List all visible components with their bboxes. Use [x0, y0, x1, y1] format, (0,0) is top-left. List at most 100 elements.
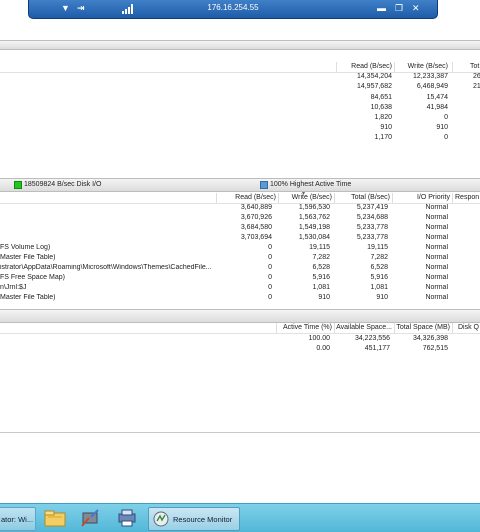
read-cell: 3,670,926 — [240, 214, 272, 221]
table-row[interactable]: 10,638 41,984 — [0, 104, 480, 114]
priority-cell: Normal — [425, 204, 448, 211]
active-time-cell: 0.00 — [316, 345, 330, 352]
total-cell: 5,233,778 — [356, 234, 388, 241]
write-cell: 0 — [444, 114, 448, 121]
read-cell: 910 — [380, 124, 392, 131]
file-cell: FS Volume Log) — [0, 244, 51, 251]
write-cell: 12,233,387 — [412, 73, 448, 80]
write-cell: 7,282 — [312, 254, 330, 261]
read-cell: 14,354,204 — [356, 73, 392, 80]
total-cell: 5,233,778 — [356, 224, 388, 231]
table-row[interactable]: 3,670,926 1,563,762 5,234,688 Normal — [0, 214, 480, 224]
total-cell: 5,234,688 — [356, 214, 388, 221]
table-row[interactable]: 0.00 451,177 762,515 — [0, 345, 480, 355]
total-space-cell: 34,326,398 — [412, 335, 448, 342]
table-row[interactable]: 14,354,204 12,233,387 26 — [0, 73, 480, 83]
rdp-host-title: 176.16.254.55 — [207, 3, 259, 12]
write-cell: 910 — [318, 294, 330, 301]
write-cell: 19,115 — [309, 244, 330, 251]
disk-io-summary: 18509824 B/sec Disk I/O — [24, 181, 102, 188]
read-cell: 14,957,682 — [356, 83, 392, 90]
priority-cell: Normal — [425, 244, 448, 251]
section-divider — [0, 432, 480, 433]
storage-section-band[interactable] — [0, 309, 480, 323]
table-row[interactable]: 84,651 15,474 — [0, 94, 480, 104]
table-row[interactable]: 14,957,682 6,468,949 21 — [0, 83, 480, 93]
taskbar-item-resource-monitor[interactable]: Resource Monitor — [148, 507, 240, 531]
col-total-space-header[interactable]: Total Space (MB) — [394, 324, 450, 331]
read-cell: 0 — [268, 274, 272, 281]
taskbar-item-admin-window[interactable]: ator: Wi... — [0, 507, 36, 531]
col-active-time-header[interactable]: Active Time (%) — [276, 324, 332, 331]
network-table-header: Read (B/sec) Write (B/sec) Tot — [0, 62, 480, 73]
resource-monitor-icon — [153, 511, 169, 527]
col-read-header[interactable]: Read (B/sec) — [336, 63, 392, 70]
priority-cell: Normal — [425, 274, 448, 281]
disk-table-header: Read (B/sec) Write (B/sec) Total (B/sec)… — [0, 191, 480, 204]
priority-cell: Normal — [425, 234, 448, 241]
file-explorer-icon[interactable] — [42, 507, 68, 529]
table-row[interactable]: istrator\AppData\Roaming\Microsoft\Windo… — [0, 264, 480, 274]
col-response-header[interactable]: Respon — [455, 194, 479, 201]
table-row[interactable]: 100.00 34,223,556 34,326,398 — [0, 335, 480, 345]
priority-cell: Normal — [425, 294, 448, 301]
taskbar-item-label: ator: Wi... — [1, 515, 34, 524]
write-cell: 910 — [436, 124, 448, 131]
total-cell: 5,916 — [370, 274, 388, 281]
read-cell: 0 — [268, 264, 272, 271]
col-total-header[interactable]: Total (B/sec) — [334, 194, 390, 201]
file-cell: n\Jrnl:$J — [0, 284, 27, 291]
active-time-cell: 100.00 — [308, 335, 330, 342]
minimize-icon[interactable]: ▬ — [377, 2, 386, 14]
table-row[interactable]: 1,820 0 — [0, 114, 480, 124]
server-manager-icon[interactable] — [78, 507, 102, 529]
rdp-connection-bar: ▼ ⇥ 176.16.254.55 ▬ ❐ ✕ — [28, 0, 438, 19]
total-cell: 21 — [473, 83, 480, 90]
taskbar: ator: Wi... Resource Monitor — [0, 503, 480, 532]
total-cell: 6,528 — [370, 264, 388, 271]
table-row[interactable]: FS Volume Log) 0 19,115 19,115 Normal — [0, 244, 480, 254]
total-cell: 7,282 — [370, 254, 388, 261]
network-section-band[interactable] — [0, 40, 480, 50]
write-cell: 1,081 — [312, 284, 330, 291]
read-cell: 84,651 — [370, 94, 392, 101]
table-row[interactable]: 910 910 — [0, 124, 480, 134]
write-cell: 1,530,084 — [298, 234, 330, 241]
read-cell: 3,703,694 — [240, 234, 272, 241]
write-cell: 6,468,949 — [416, 83, 448, 90]
write-cell: 1,596,530 — [298, 204, 330, 211]
read-cell: 0 — [268, 284, 272, 291]
col-read-header[interactable]: Read (B/sec) — [216, 194, 276, 201]
file-cell: FS Free Space Map) — [0, 274, 65, 281]
table-row[interactable]: 3,703,694 1,530,084 5,233,778 Normal — [0, 234, 480, 244]
table-row[interactable]: FS Free Space Map) 0 5,916 5,916 Normal — [0, 274, 480, 284]
col-total-header[interactable]: Tot — [470, 63, 479, 70]
table-row[interactable]: 3,640,889 1,596,530 5,237,419 Normal — [0, 204, 480, 214]
restore-icon[interactable]: ❐ — [395, 2, 403, 14]
file-cell: Master File Table) — [0, 294, 56, 301]
priority-cell: Normal — [425, 224, 448, 231]
priority-cell: Normal — [425, 284, 448, 291]
close-icon[interactable]: ✕ — [412, 2, 420, 14]
table-row[interactable]: 3,684,580 1,549,198 5,233,778 Normal — [0, 224, 480, 234]
col-write-header[interactable]: Write (B/sec) — [394, 63, 448, 70]
total-cell: 26 — [473, 73, 480, 80]
table-row[interactable]: 1,170 0 — [0, 134, 480, 144]
read-cell: 1,820 — [374, 114, 392, 121]
col-io-priority-header[interactable]: I/O Priority — [392, 194, 450, 201]
active-time-summary: 100% Highest Active Time — [270, 181, 352, 188]
table-row[interactable]: Master File Table) 0 910 910 Normal — [0, 294, 480, 304]
read-cell: 3,640,889 — [240, 204, 272, 211]
col-disk-queue-header[interactable]: Disk Q — [458, 324, 479, 331]
read-cell: 0 — [268, 254, 272, 261]
network-printer-icon[interactable] — [114, 507, 140, 529]
table-row[interactable]: Master File Table) 0 7,282 7,282 Normal — [0, 254, 480, 264]
taskbar-item-label: Resource Monitor — [173, 515, 233, 524]
disk-section-band[interactable]: 18509824 B/sec Disk I/O 100% Highest Act… — [0, 178, 480, 192]
priority-cell: Normal — [425, 264, 448, 271]
col-available-space-header[interactable]: Available Space... — [334, 324, 392, 331]
table-row[interactable]: n\Jrnl:$J 0 1,081 1,081 Normal — [0, 284, 480, 294]
total-cell: 910 — [376, 294, 388, 301]
write-cell: 5,916 — [312, 274, 330, 281]
file-cell: istrator\AppData\Roaming\Microsoft\Windo… — [0, 264, 212, 271]
